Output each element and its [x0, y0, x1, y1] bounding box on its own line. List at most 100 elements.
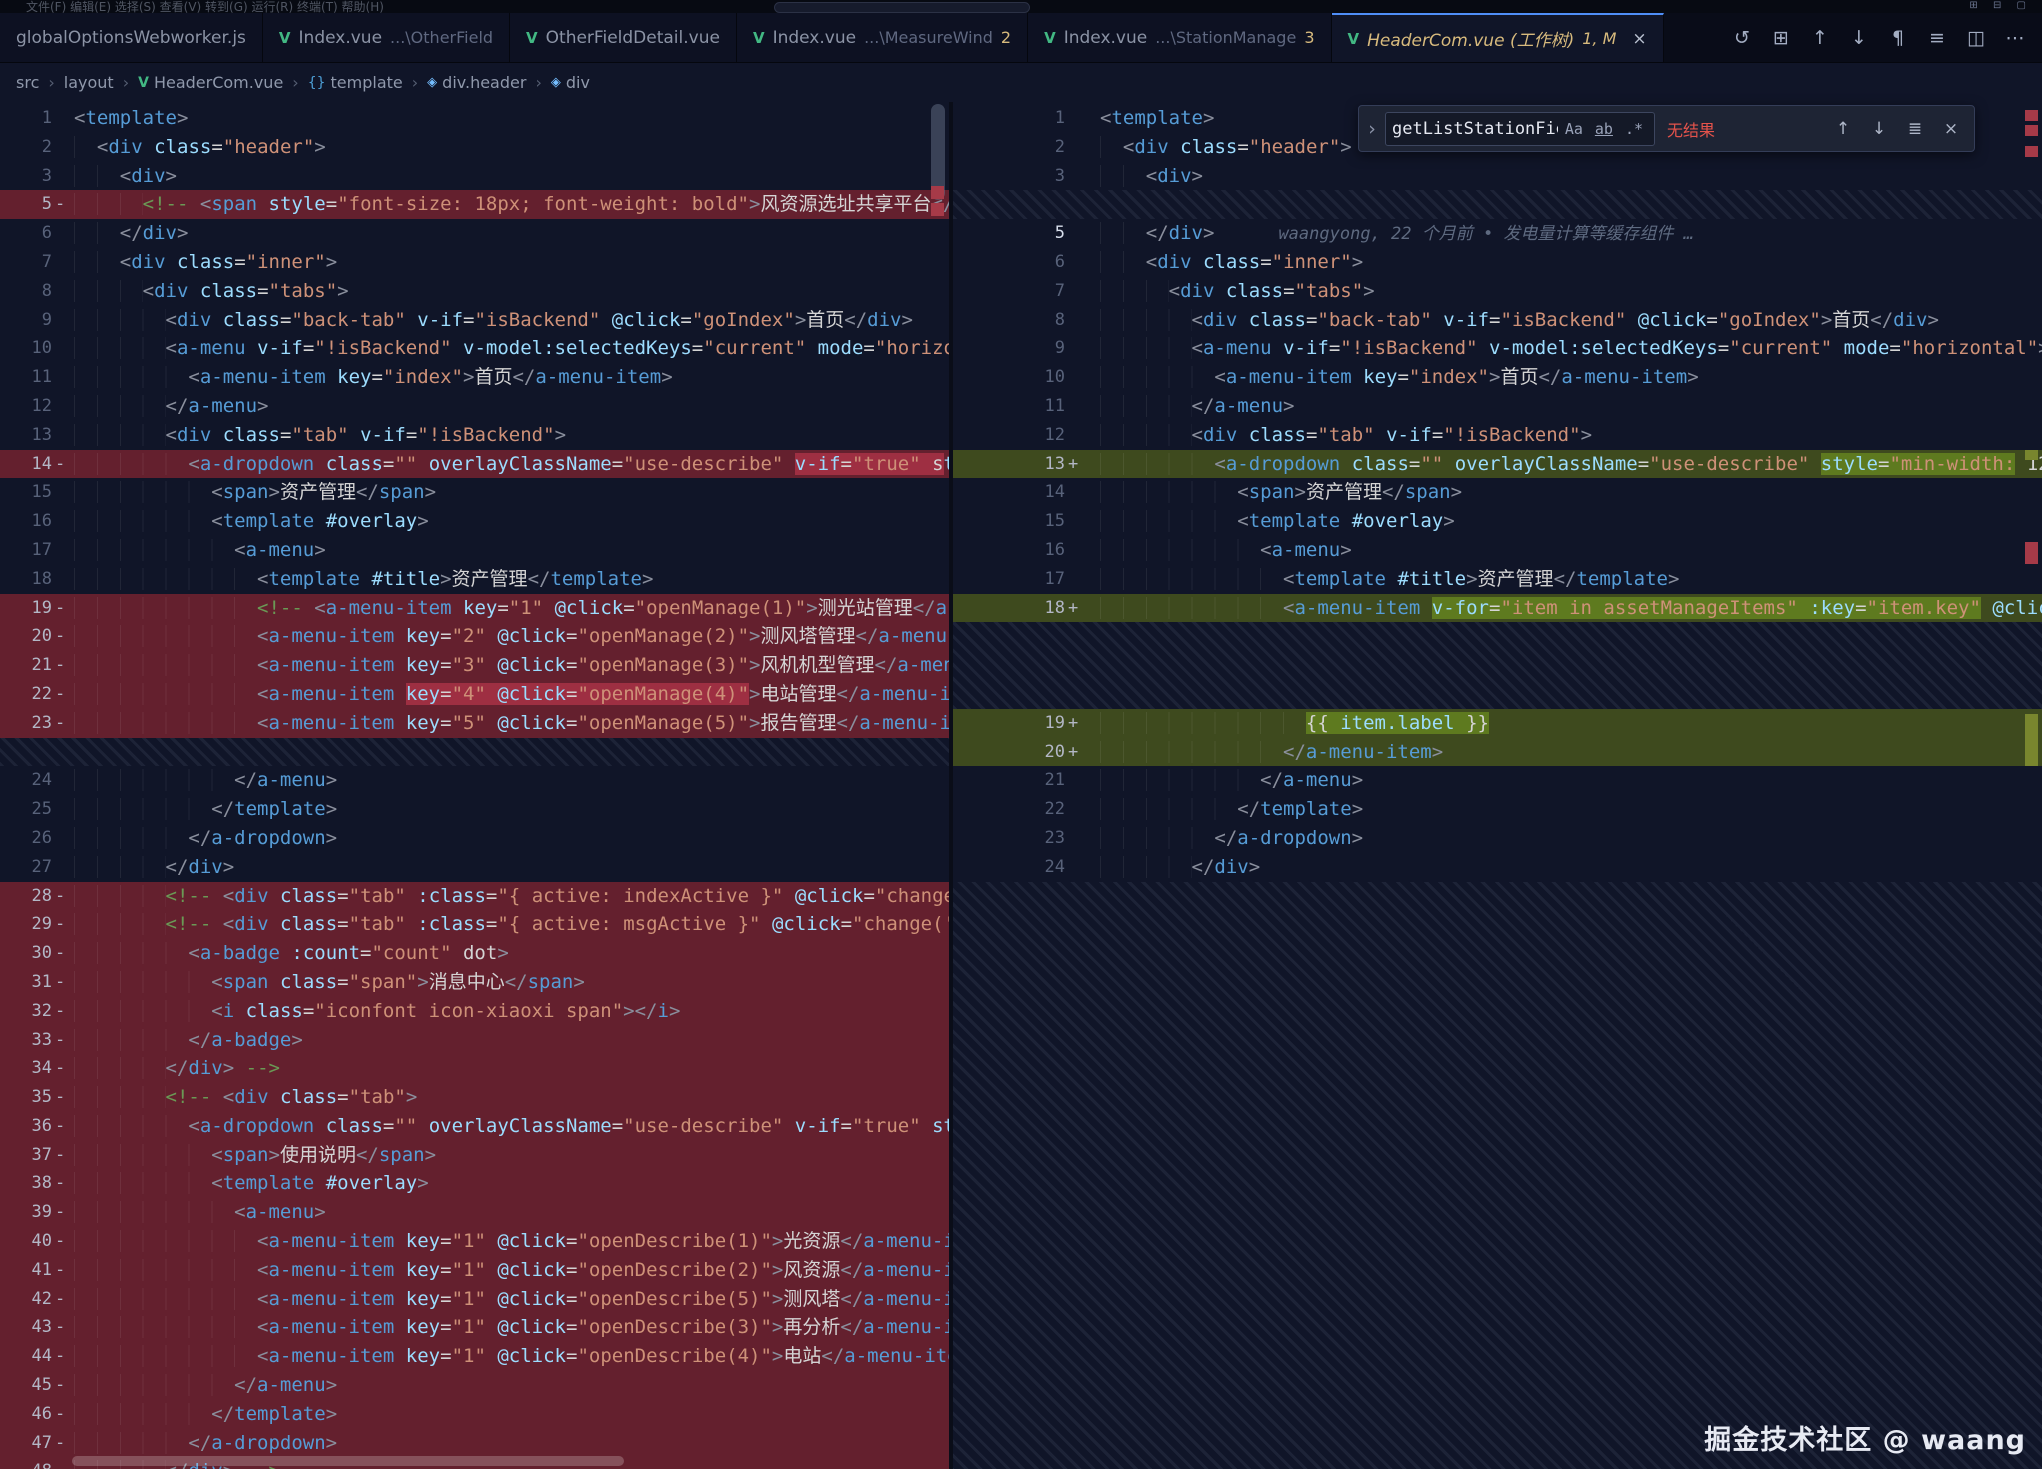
- code-line[interactable]: 1<template>: [0, 104, 949, 133]
- match-case-icon[interactable]: Aa: [1560, 118, 1588, 140]
- code-line[interactable]: 3 <div>: [953, 162, 2042, 191]
- code-line[interactable]: 10 <a-menu-item key="index">首页</a-menu-i…: [953, 363, 2042, 392]
- split-editor-icon[interactable]: ◫: [1959, 21, 1993, 55]
- command-center[interactable]: [774, 2, 1030, 13]
- tab-index.vue[interactable]: VIndex.vue ...\MeasureWind2: [737, 13, 1028, 62]
- window-controls[interactable]: ⊞ ⊟ ▢: [1969, 0, 2032, 11]
- code-line[interactable]: 9 <a-menu v-if="!isBackend" v-model:sele…: [953, 334, 2042, 363]
- code-line[interactable]: 17 <a-menu>: [0, 536, 949, 565]
- code-line[interactable]: 12 </a-menu>: [0, 392, 949, 421]
- word-wrap-icon[interactable]: ≡: [1920, 21, 1954, 55]
- code-line[interactable]: 13+ <a-dropdown class="" overlayClassNam…: [953, 450, 2042, 479]
- previous-change-icon[interactable]: ↑: [1803, 21, 1837, 55]
- code-line[interactable]: 37- <span>使用说明</span>: [0, 1141, 949, 1170]
- code-line[interactable]: 19- <!-- <a-menu-item key="1" @click="op…: [0, 594, 949, 623]
- discard-changes-icon[interactable]: ↺: [1725, 21, 1759, 55]
- breadcrumb-item-template[interactable]: {}template: [308, 73, 403, 92]
- overview-ruler[interactable]: [2021, 102, 2042, 1469]
- code-line[interactable]: 32- <i class="iconfont icon-xiaoxi span"…: [0, 997, 949, 1026]
- code-line[interactable]: 18+ <a-menu-item v-for="item in assetMan…: [953, 594, 2042, 623]
- tab-index.vue[interactable]: VIndex.vue ...\OtherField: [263, 13, 510, 62]
- breadcrumb-item-div.header[interactable]: ◈div.header: [427, 73, 526, 92]
- open-changes-icon[interactable]: ⊞: [1764, 21, 1798, 55]
- code-line[interactable]: 46- </template>: [0, 1400, 949, 1429]
- code-line[interactable]: 6 </div>: [0, 219, 949, 248]
- horizontal-scrollbar-thumb[interactable]: [72, 1456, 624, 1466]
- code-line[interactable]: 24 </div>: [953, 853, 2042, 882]
- code-line[interactable]: 44- <a-menu-item key="1" @click="openDes…: [0, 1342, 949, 1371]
- next-change-icon[interactable]: ↓: [1842, 21, 1876, 55]
- code-line[interactable]: 28- <!-- <div class="tab" :class="{ acti…: [0, 882, 949, 911]
- code-line[interactable]: 35- <!-- <div class="tab">: [0, 1083, 949, 1112]
- code-line[interactable]: 10 <a-menu v-if="!isBackend" v-model:sel…: [0, 334, 949, 363]
- code-line[interactable]: 15 <template #overlay>: [953, 507, 2042, 536]
- code-line[interactable]: 43- <a-menu-item key="1" @click="openDes…: [0, 1313, 949, 1342]
- code-line[interactable]: 39- <a-menu>: [0, 1198, 949, 1227]
- code-line[interactable]: 14 <span>资产管理</span>: [953, 478, 2042, 507]
- code-line[interactable]: 11 <a-menu-item key="index">首页</a-menu-i…: [0, 363, 949, 392]
- code-line[interactable]: 27 </div>: [0, 853, 949, 882]
- tab-otherfielddetail.vue[interactable]: VOtherFieldDetail.vue: [510, 13, 737, 62]
- code-line[interactable]: 11 </a-menu>: [953, 392, 2042, 421]
- toggle-replace-icon[interactable]: ›: [1359, 118, 1385, 140]
- next-match-icon[interactable]: ↓: [1864, 114, 1894, 144]
- code-line[interactable]: 24 </a-menu>: [0, 766, 949, 795]
- code-line[interactable]: 6 <div class="inner">: [953, 248, 2042, 277]
- code-line[interactable]: 5 </div>waangyong, 22 个月前 • 发电量计算等缓存组件 …: [953, 219, 2042, 248]
- breadcrumb-item-layout[interactable]: layout: [64, 73, 114, 92]
- code-line[interactable]: 8 <div class="back-tab" v-if="isBackend"…: [953, 306, 2042, 335]
- code-line[interactable]: 17 <template #title>资产管理</template>: [953, 565, 2042, 594]
- find-in-selection-icon[interactable]: ≣: [1900, 114, 1930, 144]
- code-line[interactable]: 21 </a-menu>: [953, 766, 2042, 795]
- code-line[interactable]: 29- <!-- <div class="tab" :class="{ acti…: [0, 910, 949, 939]
- code-line[interactable]: 14- <a-dropdown class="" overlayClassNam…: [0, 450, 949, 479]
- code-line[interactable]: 9 <div class="back-tab" v-if="isBackend"…: [0, 306, 949, 335]
- whole-word-icon[interactable]: ab: [1590, 118, 1618, 140]
- code-line[interactable]: 18 <template #title>资产管理</template>: [0, 565, 949, 594]
- find-input[interactable]: [1392, 119, 1558, 139]
- code-line[interactable]: 41- <a-menu-item key="1" @click="openDes…: [0, 1256, 949, 1285]
- code-line[interactable]: 45- </a-menu>: [0, 1371, 949, 1400]
- previous-match-icon[interactable]: ↑: [1828, 114, 1858, 144]
- code-line[interactable]: 12 <div class="tab" v-if="!isBackend">: [953, 421, 2042, 450]
- code-line[interactable]: 22 </template>: [953, 795, 2042, 824]
- code-line[interactable]: 42- <a-menu-item key="1" @click="openDes…: [0, 1285, 949, 1314]
- code-line[interactable]: 15 <span>资产管理</span>: [0, 478, 949, 507]
- code-line[interactable]: 20+ </a-menu-item>: [953, 738, 2042, 767]
- code-line[interactable]: 25 </template>: [0, 795, 949, 824]
- code-line[interactable]: 2 <div class="header">: [0, 133, 949, 162]
- code-line[interactable]: 36- <a-dropdown class="" overlayClassNam…: [0, 1112, 949, 1141]
- code-line[interactable]: 5- <!-- <span style="font-size: 18px; fo…: [0, 190, 949, 219]
- regex-icon[interactable]: .*: [1620, 118, 1648, 140]
- left-scrollbar[interactable]: [927, 102, 949, 1469]
- tab-headercom.vue-[interactable]: VHeaderCom.vue (工作树)1, M×: [1332, 13, 1664, 62]
- code-line[interactable]: 26 </a-dropdown>: [0, 824, 949, 853]
- tab-globaloptionswebworker.js[interactable]: globalOptionsWebworker.js: [0, 13, 263, 62]
- close-find-icon[interactable]: ×: [1936, 114, 1966, 144]
- code-line[interactable]: 34- </div> -->: [0, 1054, 949, 1083]
- tab-index.vue[interactable]: VIndex.vue ...\StationManage3: [1028, 13, 1331, 62]
- breadcrumb-item-headercom.vue[interactable]: VHeaderCom.vue: [138, 73, 283, 92]
- code-line[interactable]: 8 <div class="tabs">: [0, 277, 949, 306]
- code-line[interactable]: 31- <span class="span">消息中心</span>: [0, 968, 949, 997]
- code-line[interactable]: 13 <div class="tab" v-if="!isBackend">: [0, 421, 949, 450]
- code-line[interactable]: 30- <a-badge :count="count" dot>: [0, 939, 949, 968]
- code-line[interactable]: 3 <div>: [0, 162, 949, 191]
- code-line[interactable]: 23- <a-menu-item key="5" @click="openMan…: [0, 709, 949, 738]
- code-line[interactable]: 20- <a-menu-item key="2" @click="openMan…: [0, 622, 949, 651]
- more-actions-icon[interactable]: ⋯: [1998, 21, 2032, 55]
- code-line[interactable]: 21- <a-menu-item key="3" @click="openMan…: [0, 651, 949, 680]
- breadcrumb-item-src[interactable]: src: [16, 73, 39, 92]
- code-line[interactable]: 19+ {{ item.label }}: [953, 709, 2042, 738]
- code-line[interactable]: 38- <template #overlay>: [0, 1169, 949, 1198]
- code-line[interactable]: 16 <template #overlay>: [0, 507, 949, 536]
- code-line[interactable]: 16 <a-menu>: [953, 536, 2042, 565]
- code-line[interactable]: 40- <a-menu-item key="1" @click="openDes…: [0, 1227, 949, 1256]
- code-line[interactable]: 23 </a-dropdown>: [953, 824, 2042, 853]
- menu-bar-items[interactable]: 文件(F) 编辑(E) 选择(S) 查看(V) 转到(G) 运行(R) 终端(T…: [26, 0, 384, 13]
- code-line[interactable]: 7 <div class="tabs">: [953, 277, 2042, 306]
- render-whitespace-icon[interactable]: ¶: [1881, 21, 1915, 55]
- code-line[interactable]: 47- </a-dropdown>: [0, 1429, 949, 1458]
- code-line[interactable]: 33- </a-badge>: [0, 1026, 949, 1055]
- breadcrumb-item-div[interactable]: ◈div: [551, 73, 590, 92]
